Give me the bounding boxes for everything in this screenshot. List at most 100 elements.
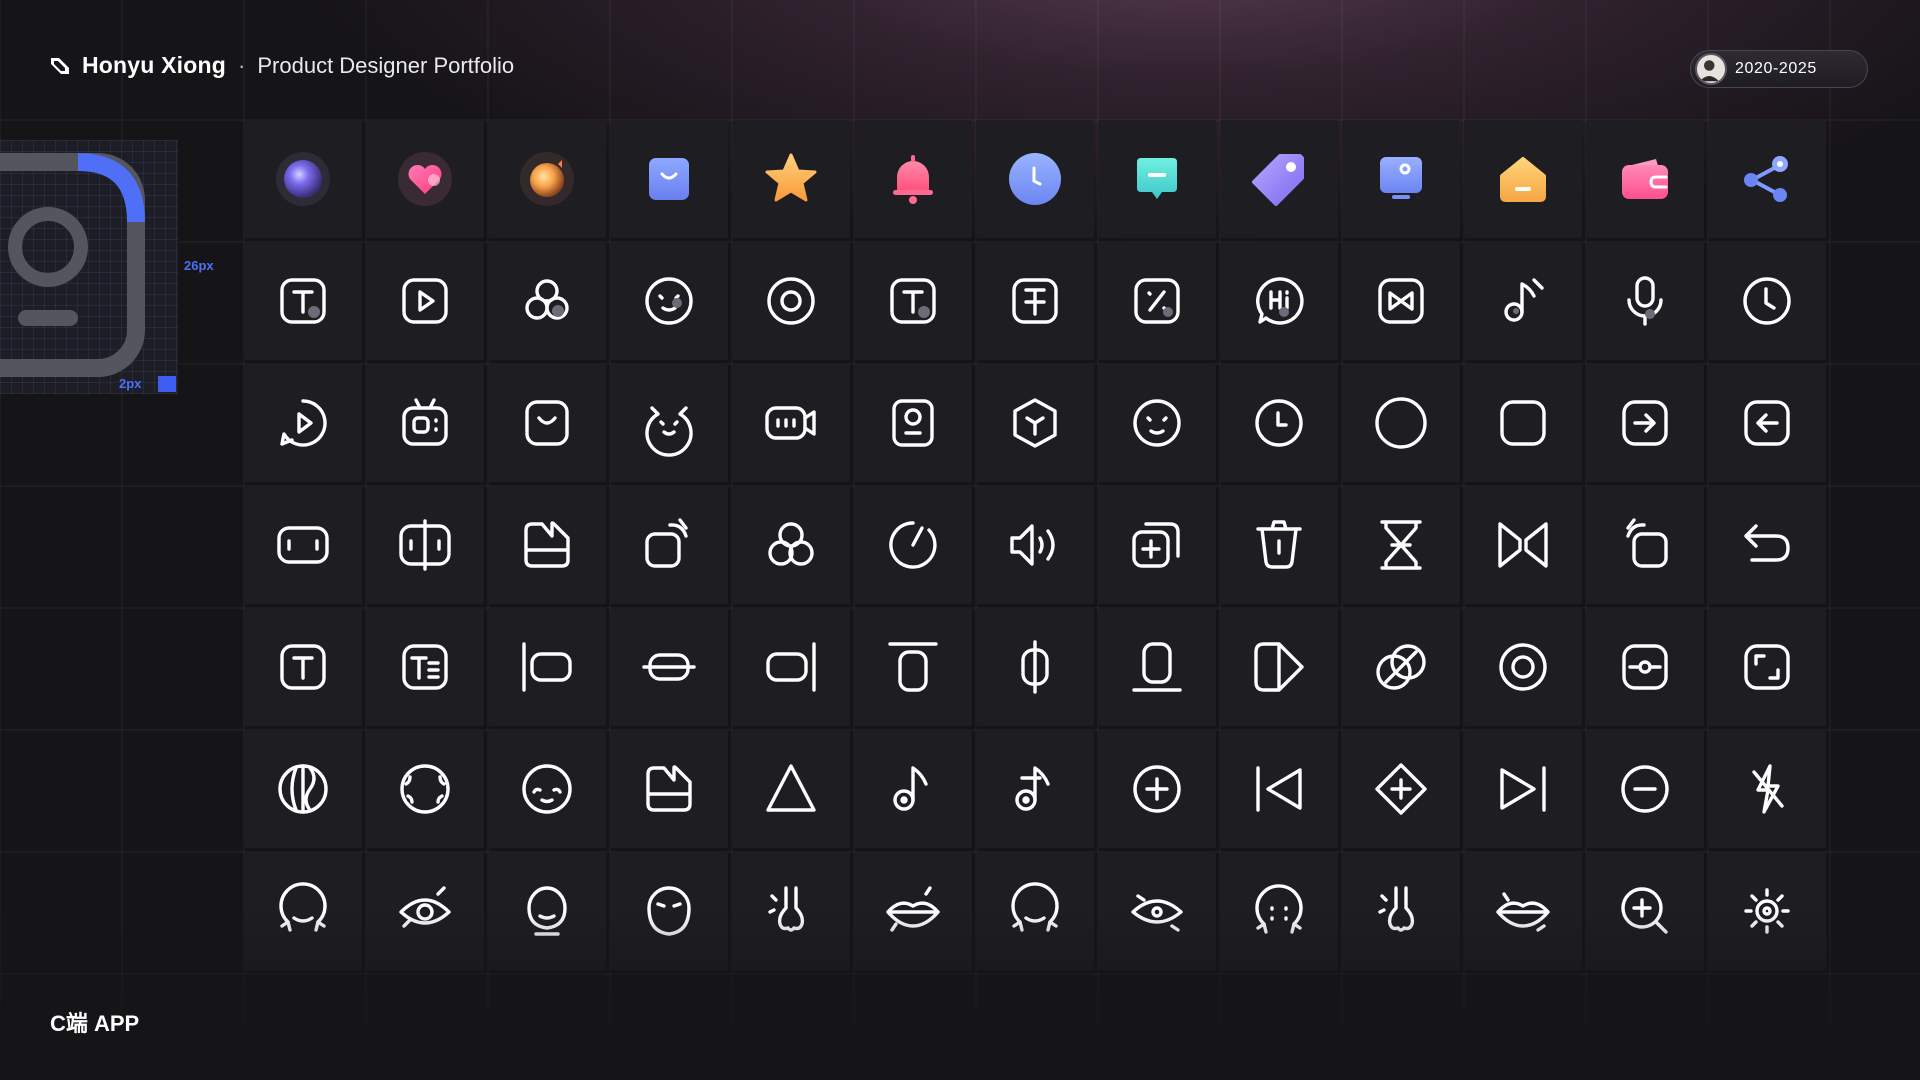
icon-cell[interactable] [366,364,484,482]
face-smile-icon [522,764,572,814]
icon-cell[interactable] [1586,486,1704,604]
tv-icon [402,398,448,446]
icon-cell[interactable] [366,486,484,604]
wallet-icon [1622,159,1668,199]
icon-cell[interactable] [1708,242,1826,360]
music-note-icon [1504,278,1544,322]
icon-cell[interactable] [488,608,606,726]
icon-cell[interactable] [488,242,606,360]
icon-cell[interactable] [1342,120,1460,238]
icon-cell[interactable] [854,730,972,848]
year-badge[interactable]: 2020-2025 [1690,50,1868,88]
face-outline-icon [400,764,450,814]
icon-cell[interactable] [610,242,728,360]
icon-cell[interactable] [610,486,728,604]
icon-cell[interactable] [244,242,362,360]
icon-cell[interactable] [488,120,606,238]
rotate-right-icon [645,518,688,568]
icon-cell[interactable] [1098,730,1216,848]
icon-cell[interactable] [1220,608,1338,726]
icon-cell[interactable] [1464,486,1582,604]
icon-cell[interactable] [732,120,850,238]
flip-icon [1254,642,1304,692]
icon-cell[interactable] [488,486,606,604]
icon-cell[interactable] [1098,486,1216,604]
icon-cell[interactable] [1586,120,1704,238]
icon-cell[interactable] [1342,730,1460,848]
icon-cell[interactable] [1342,608,1460,726]
spec-stroke-label: 2px [119,376,142,391]
icon-cell[interactable] [366,120,484,238]
category-label: C端 APP [50,1011,140,1036]
icon-cell[interactable] [1708,730,1826,848]
icon-cell[interactable] [610,730,728,848]
icon-cell[interactable] [488,730,606,848]
icon-cell[interactable] [1342,364,1460,482]
icon-cell[interactable] [854,486,972,604]
icon-cell[interactable] [1098,242,1216,360]
icon-cell[interactable] [1708,120,1826,238]
icon-cell[interactable] [854,242,972,360]
icon-cell[interactable] [610,608,728,726]
icon-cell[interactable] [244,486,362,604]
icon-cell[interactable] [976,120,1094,238]
icon-cell[interactable] [1098,608,1216,726]
icon-cell[interactable] [1464,608,1582,726]
icon-cell[interactable] [976,608,1094,726]
icon-cell[interactable] [1342,486,1460,604]
plus-circle-icon [1133,765,1181,813]
icon-cell[interactable] [732,608,850,726]
home-icon [1500,157,1546,202]
icon-cell[interactable] [244,608,362,726]
icon-cell[interactable] [1586,730,1704,848]
icon-cell[interactable] [976,242,1094,360]
split-box-icon [399,519,451,571]
icon-cell[interactable] [1708,486,1826,604]
icon-cell[interactable] [610,120,728,238]
icon-cell[interactable] [854,364,972,482]
icon-cell[interactable] [366,608,484,726]
icon-cell[interactable] [1098,364,1216,482]
icon-cell[interactable] [488,364,606,482]
icon-cell[interactable] [1220,242,1338,360]
minus-circle-icon [1621,765,1669,813]
icon-cell[interactable] [1098,120,1216,238]
icon-cell[interactable] [1342,242,1460,360]
icon-cell[interactable] [244,120,362,238]
icon-cell[interactable] [366,730,484,848]
icon-cell[interactable] [1220,364,1338,482]
icon-cell[interactable] [244,730,362,848]
icon-cell[interactable] [854,608,972,726]
icon-cell[interactable] [732,730,850,848]
icon-cell[interactable] [1464,242,1582,360]
icon-cell[interactable] [976,730,1094,848]
icon-cell[interactable] [732,242,850,360]
text-strike-icon [1012,278,1058,324]
icon-cell[interactable] [610,364,728,482]
icon-cell[interactable] [854,120,972,238]
icon-cell[interactable] [732,486,850,604]
icon-cell[interactable] [1708,364,1826,482]
monitor-icon [1380,157,1422,199]
cube-icon [1013,398,1057,448]
icon-cell[interactable] [1464,364,1582,482]
brand-subtitle: Product Designer Portfolio [257,52,515,78]
icon-cell[interactable] [1220,730,1338,848]
icon-cell[interactable] [1464,120,1582,238]
tag-icon [1252,154,1304,206]
icon-cell[interactable] [1464,730,1582,848]
icon-cell[interactable] [1586,364,1704,482]
icon-cell[interactable] [1708,608,1826,726]
icon-cell[interactable] [976,486,1094,604]
text-box-icon [280,644,326,690]
face-icon [1133,399,1181,447]
icon-cell[interactable] [732,364,850,482]
orb-orange-icon [520,152,574,206]
icon-cell[interactable] [1220,486,1338,604]
icon-cell[interactable] [366,242,484,360]
icon-cell[interactable] [244,364,362,482]
icon-cell[interactable] [976,364,1094,482]
icon-cell[interactable] [1586,608,1704,726]
icon-cell[interactable] [1220,120,1338,238]
icon-cell[interactable] [1586,242,1704,360]
